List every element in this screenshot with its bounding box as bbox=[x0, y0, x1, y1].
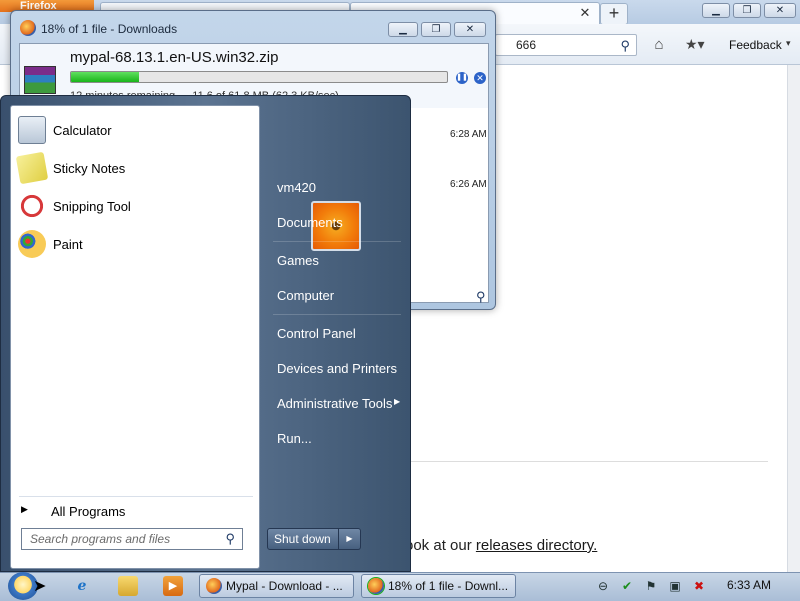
program-label: Paint bbox=[53, 237, 83, 252]
program-sticky-notes[interactable]: Sticky Notes bbox=[14, 151, 257, 185]
search-icon[interactable]: ⚲ bbox=[620, 38, 630, 54]
tray-minus-icon[interactable]: ⊖ bbox=[595, 578, 611, 594]
tray-flag-icon[interactable]: ⚑ bbox=[643, 578, 659, 594]
paint-icon bbox=[18, 230, 46, 258]
taskbar-item-mypal[interactable]: Mypal - Download - ... bbox=[199, 574, 354, 598]
firefox-icon bbox=[368, 578, 384, 594]
feedback-button[interactable]: Feedback bbox=[729, 38, 782, 52]
url-bar[interactable]: 666 ⚲ bbox=[495, 34, 637, 56]
shutdown-button[interactable]: Shut down bbox=[267, 528, 339, 550]
firefox-icon bbox=[206, 578, 222, 594]
downloads-maximize-button[interactable]: ❐ bbox=[421, 22, 451, 37]
program-calculator[interactable]: Calculator bbox=[14, 113, 257, 147]
control-panel-link[interactable]: Control Panel bbox=[277, 326, 356, 341]
firefox-minimize-button[interactable]: ▁ bbox=[702, 3, 730, 18]
snipping-tool-icon bbox=[18, 192, 46, 220]
divider bbox=[273, 314, 401, 315]
search-icon[interactable]: ⚲ bbox=[476, 289, 486, 305]
taskbar-item-downloads[interactable]: 18% of 1 file - Downl... bbox=[361, 574, 516, 598]
all-programs-button[interactable]: All Programs bbox=[51, 504, 125, 519]
content-text: ook at our bbox=[405, 537, 476, 554]
program-label: Snipping Tool bbox=[53, 199, 131, 214]
download-time: 6:26 AM bbox=[450, 179, 487, 190]
downloads-minimize-button[interactable]: ▁ bbox=[388, 22, 418, 37]
arrow-right-icon[interactable]: ▶ bbox=[394, 397, 400, 406]
pause-icon[interactable]: ❚❚ bbox=[456, 72, 468, 84]
sticky-notes-icon bbox=[15, 151, 49, 185]
content-paragraph: ook at our releases directory. bbox=[405, 537, 597, 554]
arrow-right-icon[interactable]: ▶ bbox=[21, 504, 28, 515]
program-label: Calculator bbox=[53, 123, 112, 138]
devices-printers-link[interactable]: Devices and Printers bbox=[277, 361, 397, 376]
tab-close-icon[interactable]: ✕ bbox=[578, 6, 592, 20]
new-tab-button[interactable]: + bbox=[600, 3, 628, 25]
program-label: Sticky Notes bbox=[53, 161, 126, 176]
search-icon[interactable]: ⚲ bbox=[225, 531, 235, 547]
download-filename: mypal-68.13.1.en-US.win32.zip bbox=[70, 49, 279, 66]
bookmarks-icon[interactable]: ★▾ bbox=[685, 36, 715, 54]
taskbar-item-label: 18% of 1 file - Downl... bbox=[388, 579, 509, 593]
divider bbox=[273, 241, 401, 242]
divider bbox=[19, 496, 253, 497]
download-time: 6:28 AM bbox=[450, 129, 487, 140]
page-scrollbar[interactable] bbox=[787, 65, 800, 572]
program-paint[interactable]: Paint bbox=[14, 227, 257, 261]
taskbar-item-label: Mypal - Download - ... bbox=[226, 579, 343, 593]
start-menu-programs-pane: Calculator Sticky Notes Snipping Tool Pa… bbox=[10, 105, 260, 569]
cancel-icon[interactable]: ✕ bbox=[474, 72, 486, 84]
firefox-close-button[interactable]: ✕ bbox=[764, 3, 796, 18]
releases-directory-link[interactable]: releases directory. bbox=[476, 537, 597, 554]
divider bbox=[400, 461, 768, 462]
tray-check-icon[interactable]: ✔ bbox=[619, 578, 635, 594]
url-text[interactable]: 666 bbox=[516, 38, 536, 52]
firefox-maximize-button[interactable]: ❐ bbox=[733, 3, 761, 18]
run-link[interactable]: Run... bbox=[277, 431, 312, 446]
download-progress-bar bbox=[70, 71, 448, 83]
documents-link[interactable]: Documents bbox=[277, 215, 343, 230]
tray-volume-muted-icon[interactable]: ✖ bbox=[691, 578, 707, 594]
administrative-tools-link[interactable]: Administrative Tools bbox=[277, 396, 392, 411]
media-player-icon[interactable]: ▶ bbox=[163, 576, 183, 596]
chevron-down-icon[interactable]: ▾ bbox=[786, 38, 791, 49]
mouse-cursor-icon: ➤ bbox=[33, 578, 47, 595]
firefox-icon bbox=[20, 20, 36, 36]
tray-network-icon[interactable]: ▣ bbox=[667, 578, 683, 594]
calculator-icon bbox=[18, 116, 46, 144]
downloads-close-button[interactable]: ✕ bbox=[454, 22, 486, 37]
program-snipping-tool[interactable]: Snipping Tool bbox=[14, 189, 257, 223]
start-search-input[interactable]: Search programs and files ⚲ bbox=[21, 528, 243, 550]
user-name-link[interactable]: vm420 bbox=[277, 180, 316, 195]
internet-explorer-icon[interactable]: e bbox=[72, 576, 92, 596]
progress-fill bbox=[71, 72, 139, 82]
computer-link[interactable]: Computer bbox=[277, 288, 334, 303]
search-placeholder[interactable]: Search programs and files bbox=[30, 532, 170, 546]
home-icon[interactable]: ⌂ bbox=[650, 36, 668, 54]
games-link[interactable]: Games bbox=[277, 253, 319, 268]
clock[interactable]: 6:33 AM bbox=[727, 578, 771, 592]
shutdown-options-arrow-icon[interactable]: ▶ bbox=[339, 528, 361, 550]
file-explorer-icon[interactable] bbox=[118, 576, 138, 596]
archive-icon bbox=[24, 66, 56, 94]
downloads-title: 18% of 1 file - Downloads bbox=[41, 22, 178, 36]
start-menu: Calculator Sticky Notes Snipping Tool Pa… bbox=[0, 95, 411, 572]
